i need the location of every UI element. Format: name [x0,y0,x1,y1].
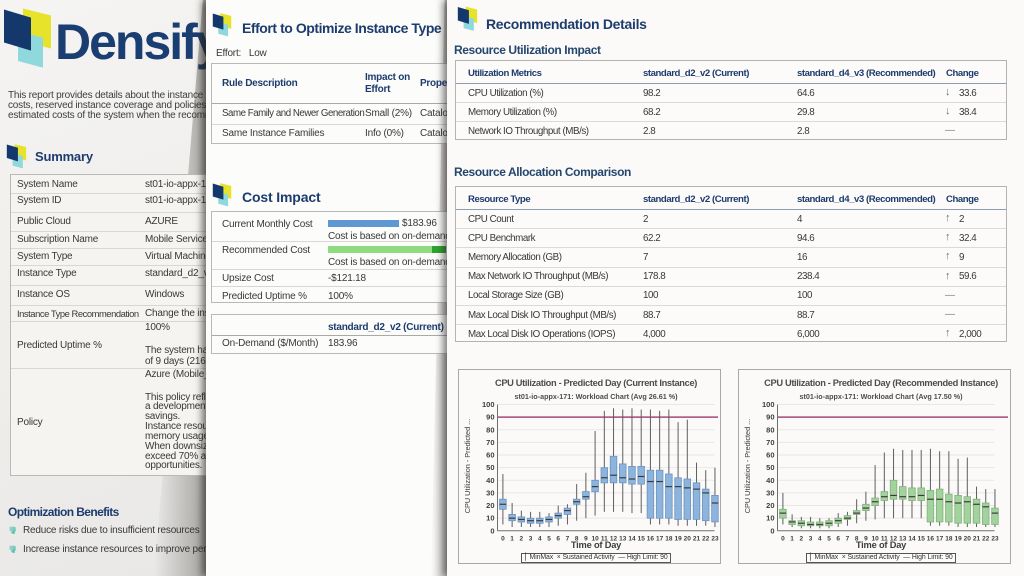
svg-text:CPU Utilization - Predicted ..: CPU Utilization - Predicted ... [743,419,752,514]
svg-text:10: 10 [486,514,494,523]
svg-text:100: 100 [482,400,495,409]
svg-text:40: 40 [766,476,774,485]
svg-text:20: 20 [766,501,774,510]
svg-text:60: 60 [486,451,494,460]
svg-text:20: 20 [486,501,494,510]
svg-text:90: 90 [486,413,494,422]
svg-text:100: 100 [762,400,775,409]
svg-text:30: 30 [486,488,494,497]
svg-text:90: 90 [766,413,774,422]
svg-text:70: 70 [486,438,494,447]
svg-text:50: 50 [766,463,774,472]
svg-text:10: 10 [766,514,774,523]
svg-text:30: 30 [766,488,774,497]
svg-text:0: 0 [490,526,494,535]
svg-text:80: 80 [486,425,494,434]
svg-text:60: 60 [766,451,774,460]
svg-text:40: 40 [486,476,494,485]
svg-text:CPU Utilization - Predicted ..: CPU Utilization - Predicted ... [463,419,472,514]
svg-text:80: 80 [766,425,774,434]
svg-text:0: 0 [770,526,774,535]
svg-text:70: 70 [766,438,774,447]
svg-text:50: 50 [486,463,494,472]
